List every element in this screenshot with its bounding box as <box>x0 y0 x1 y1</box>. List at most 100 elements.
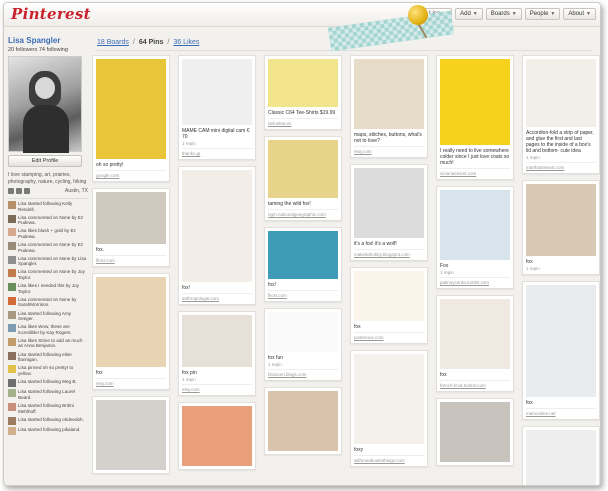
activity-avatar[interactable] <box>8 214 16 223</box>
pin-card[interactable]: fox fun 1 repin blossom.blogs.com <box>264 308 342 381</box>
nav-people-menu[interactable]: People ▼ <box>524 8 561 20</box>
pin-card[interactable] <box>522 426 600 485</box>
pin-image[interactable] <box>96 277 166 367</box>
activity-item[interactable]: Lisa started following Amy Seeger. <box>8 310 88 322</box>
activity-item[interactable]: Lisa likes I needed this by Joy Taylor. <box>8 283 88 294</box>
activity-item[interactable]: Lisa commented on None by Lisa Spangler. <box>8 255 88 267</box>
pin-source-link[interactable]: patinoycerda.tumblr.com <box>440 277 510 285</box>
pin-card[interactable] <box>178 402 256 470</box>
pinterest-logo[interactable]: Pinterest <box>11 5 91 23</box>
pin-image[interactable] <box>354 354 424 444</box>
pin-source-link[interactable]: anthropologie.com <box>182 293 252 301</box>
activity-avatar[interactable] <box>8 324 16 333</box>
activity-avatar[interactable] <box>8 416 16 425</box>
pin-source-link[interactable]: ngm.nationalgeographic.com <box>268 209 338 217</box>
pin-card[interactable]: fox mamonline.net <box>522 281 600 420</box>
pin-image[interactable] <box>96 192 166 244</box>
activity-item[interactable]: Lisa started following Meg B. <box>8 378 88 387</box>
pin-image[interactable] <box>96 400 166 470</box>
pin-image[interactable] <box>182 170 252 282</box>
activity-item[interactable]: Lisa started following ohdeedoh. <box>8 416 88 425</box>
pin-image[interactable] <box>96 59 166 159</box>
activity-avatar[interactable] <box>8 351 16 360</box>
pin-image[interactable] <box>268 231 338 279</box>
pin-card[interactable]: fox french-knot.tumblr.com <box>436 295 514 392</box>
pin-image[interactable] <box>354 271 424 321</box>
pin-image[interactable] <box>182 59 252 125</box>
activity-item[interactable]: Lisa likes Wow, these are incredible! by… <box>8 324 88 335</box>
pin-image[interactable] <box>440 59 510 145</box>
pin-image[interactable] <box>526 430 596 485</box>
pin-source-link[interactable]: etsy.com <box>354 146 424 154</box>
pin-card[interactable]: fox. flickr.com <box>92 188 170 267</box>
edit-profile-button[interactable]: Edit Profile <box>8 155 82 167</box>
rss-icon[interactable] <box>24 188 30 194</box>
activity-item[interactable]: Lisa commented on None by Ez Pudewa. <box>8 214 88 226</box>
pin-card[interactable]: maps, stitches, buttons, what's not to l… <box>350 55 428 158</box>
pin-card[interactable]: I really need to live somewhere colder s… <box>436 55 514 180</box>
activity-avatar[interactable] <box>8 310 16 319</box>
activity-item[interactable]: Lisa commented on None by Ez Pudewa. <box>8 242 88 253</box>
pin-image[interactable] <box>526 285 596 397</box>
pin-source-link[interactable]: thanko.jp <box>182 148 252 156</box>
activity-avatar[interactable] <box>8 255 16 264</box>
pin-card[interactable]: fox 1 repin <box>522 180 600 275</box>
pin-card[interactable]: it's a fox! it's a wolf! makeitahobby.blo… <box>350 164 428 261</box>
activity-avatar[interactable] <box>8 201 16 209</box>
activity-avatar[interactable] <box>8 389 16 398</box>
pin-card[interactable] <box>264 387 342 455</box>
profile-stats[interactable]: 20 followers 74 following <box>8 47 88 53</box>
activity-avatar[interactable] <box>8 337 16 346</box>
pin-card[interactable] <box>92 396 170 474</box>
pin-image[interactable] <box>526 184 596 256</box>
pin-image[interactable] <box>268 59 338 107</box>
pin-card[interactable]: fox pin 1 repin etsy.com <box>178 311 256 396</box>
pin-image[interactable] <box>440 402 510 462</box>
activity-item[interactable]: Lisa started following elsie flannigan. <box>8 351 88 363</box>
pin-image[interactable] <box>440 190 510 260</box>
pin-image[interactable] <box>182 315 252 367</box>
pin-card[interactable]: Fox 1 repin patinoycerda.tumblr.com <box>436 186 514 289</box>
pin-source-link[interactable]: flickr.com <box>268 290 338 298</box>
pin-source-link[interactable]: french-knot.tumblr.com <box>440 380 510 388</box>
pin-source-link[interactable]: google.com <box>96 170 166 178</box>
activity-item[interactable]: Lisa started following Laurel Beard. <box>8 389 88 400</box>
activity-avatar[interactable] <box>8 378 16 387</box>
pin-source-link[interactable]: victoriasecret.com <box>440 168 510 176</box>
activity-item[interactable]: Lisa started following Brittni Mehlhoff. <box>8 403 88 414</box>
pin-source-link[interactable]: defunkta.es <box>268 118 338 126</box>
pin-source-link[interactable]: etsy.com <box>182 384 252 392</box>
pin-card[interactable]: fox posterous.com <box>350 267 428 344</box>
nav-add-menu[interactable]: Add ▼ <box>455 8 483 20</box>
facebook-icon[interactable] <box>8 188 14 194</box>
pin-image[interactable] <box>268 312 338 352</box>
activity-item[interactable]: Lisa commented on None by SarahMorrison. <box>8 296 88 308</box>
activity-avatar[interactable] <box>8 283 16 292</box>
pin-source-link[interactable]: withmeaboutinthings.com <box>354 455 424 463</box>
pin-image[interactable] <box>440 299 510 369</box>
pin-card[interactable]: oh so pretty! google.com <box>92 55 170 182</box>
pin-image[interactable] <box>182 406 252 466</box>
activity-avatar[interactable] <box>8 403 16 412</box>
activity-avatar[interactable] <box>8 269 16 278</box>
activity-item[interactable]: Lisa pinned oh so pretty! to yellow. <box>8 365 88 376</box>
pin-source-link[interactable]: flickr.com <box>96 255 166 263</box>
pin-image[interactable] <box>268 391 338 451</box>
activity-item[interactable]: Lisa likes Strive to add as much as Anna… <box>8 337 88 349</box>
activity-item[interactable]: Lisa commented on None by Joy Taylor. <box>8 269 88 280</box>
pin-card[interactable]: taming the wild fox! ngm.nationalgeograph… <box>264 136 342 221</box>
pin-source-link[interactable]: marthastewart.com <box>526 162 596 170</box>
pin-card[interactable]: MAME CAM mini digital cam € 70 1 repin tha… <box>178 55 256 160</box>
pin-card[interactable]: Accordion-fold a strip of paper, and glu… <box>522 55 600 174</box>
pin-source-link[interactable]: makeitahobby.blogspot.com <box>354 249 424 257</box>
tab-boards[interactable]: 18 Boards <box>97 39 129 46</box>
activity-avatar[interactable] <box>8 228 16 237</box>
pin-image[interactable] <box>354 59 424 129</box>
pin-image[interactable] <box>354 168 424 238</box>
pin-source-link[interactable]: mamonline.net <box>526 408 596 416</box>
pin-source-link[interactable]: blossom.blogs.com <box>268 369 338 377</box>
pin-card[interactable] <box>436 398 514 466</box>
pin-card[interactable]: fox! anthropologie.com <box>178 166 256 305</box>
pin-card[interactable]: fox! flickr.com <box>264 227 342 302</box>
twitter-icon[interactable] <box>16 188 22 194</box>
